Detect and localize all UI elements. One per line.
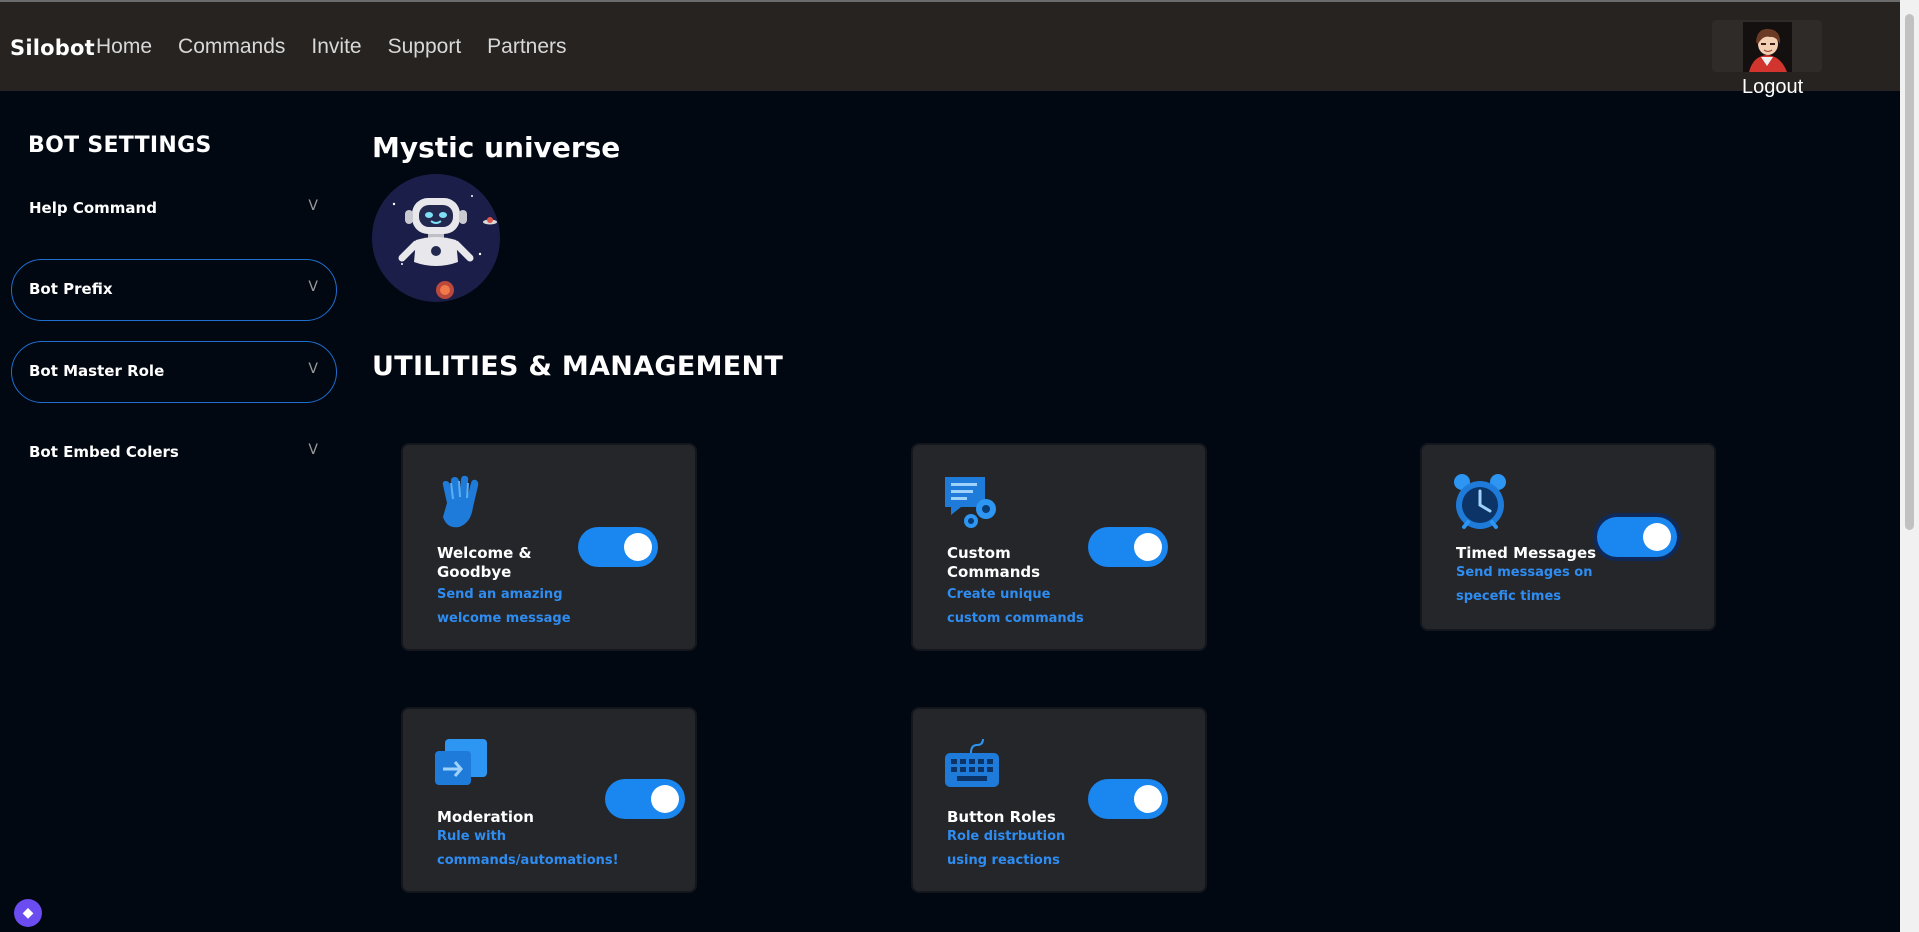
chat-gear-icon bbox=[943, 473, 1001, 531]
sidebar-title: BOT SETTINGS bbox=[28, 133, 212, 158]
feature-card-button-roles: Button Roles Role distrbution using reac… bbox=[911, 707, 1207, 893]
nav-home[interactable]: Home bbox=[96, 35, 152, 59]
keyboard-icon bbox=[943, 737, 1001, 795]
toggle-knob bbox=[651, 785, 679, 813]
sidebar-item-bot-prefix[interactable]: Bot Prefix V bbox=[11, 259, 337, 321]
toggle-knob bbox=[624, 533, 652, 561]
feature-card-custom-commands: Custom Commands Create unique custom com… bbox=[911, 443, 1207, 651]
chevron-down-icon: V bbox=[308, 361, 318, 377]
sidebar-item-label: Bot Prefix bbox=[29, 280, 113, 298]
button-roles-toggle[interactable] bbox=[1088, 779, 1168, 819]
feature-card-timed-messages: Timed Messages Send messages on specefic… bbox=[1420, 443, 1716, 631]
card-description: Role distrbution using reactions bbox=[947, 829, 1066, 868]
card-description: Send messages on specefic times bbox=[1456, 565, 1593, 604]
waving-hand-icon bbox=[433, 473, 491, 531]
logout-link[interactable]: Logout bbox=[1742, 76, 1803, 99]
alarm-clock-icon bbox=[1452, 473, 1510, 531]
main-nav: Home Commands Invite Support Partners bbox=[96, 35, 567, 59]
avatar-image bbox=[1743, 22, 1792, 72]
nav-commands[interactable]: Commands bbox=[178, 35, 285, 59]
toggle-knob bbox=[1134, 533, 1162, 561]
sidebar-item-label: Bot Master Role bbox=[29, 362, 165, 380]
chevron-down-icon: V bbox=[308, 442, 318, 458]
sidebar-item-bot-embed-colors[interactable]: Bot Embed Colers V bbox=[11, 422, 337, 484]
nav-invite[interactable]: Invite bbox=[311, 35, 361, 59]
nav-support[interactable]: Support bbox=[388, 35, 462, 59]
sidebar-item-label: Help Command bbox=[29, 199, 157, 217]
brand-logo[interactable]: Silobot bbox=[10, 36, 95, 60]
card-title: Welcome & Goodbye bbox=[437, 544, 532, 581]
custom-commands-toggle[interactable] bbox=[1088, 527, 1168, 567]
section-title: UTILITIES & MANAGEMENT bbox=[372, 351, 784, 382]
welcome-goodbye-toggle[interactable] bbox=[578, 527, 658, 567]
card-description: Send an amazing welcome message bbox=[437, 587, 571, 626]
scrollbar-thumb[interactable] bbox=[1905, 14, 1914, 530]
avatar[interactable] bbox=[1743, 22, 1792, 72]
robot-icon bbox=[372, 174, 500, 302]
top-navbar: Silobot Home Commands Invite Support Par… bbox=[0, 2, 1900, 91]
feature-card-welcome-goodbye: Welcome & Goodbye Send an amazing welcom… bbox=[401, 443, 697, 651]
sidebar-item-bot-master-role[interactable]: Bot Master Role V bbox=[11, 341, 337, 403]
assistant-launcher-icon[interactable]: ◆ bbox=[14, 899, 42, 927]
server-icon bbox=[372, 174, 500, 302]
timed-messages-toggle[interactable] bbox=[1597, 517, 1677, 557]
card-description: Rule with commands/automations! bbox=[437, 829, 619, 868]
nav-partners[interactable]: Partners bbox=[487, 35, 566, 59]
moderation-icon bbox=[433, 737, 491, 795]
feature-card-moderation: Moderation Rule with commands/automation… bbox=[401, 707, 697, 893]
chevron-down-icon: V bbox=[308, 198, 318, 214]
card-title: Custom Commands bbox=[947, 544, 1041, 581]
moderation-toggle[interactable] bbox=[605, 779, 685, 819]
toggle-knob bbox=[1134, 785, 1162, 813]
toggle-knob bbox=[1643, 523, 1671, 551]
chevron-down-icon: V bbox=[308, 279, 318, 295]
sidebar-item-label: Bot Embed Colers bbox=[29, 443, 179, 461]
card-description: Create unique custom commands bbox=[947, 587, 1084, 626]
sidebar-item-help-command[interactable]: Help Command V bbox=[11, 178, 337, 240]
server-name: Mystic universe bbox=[372, 131, 621, 164]
